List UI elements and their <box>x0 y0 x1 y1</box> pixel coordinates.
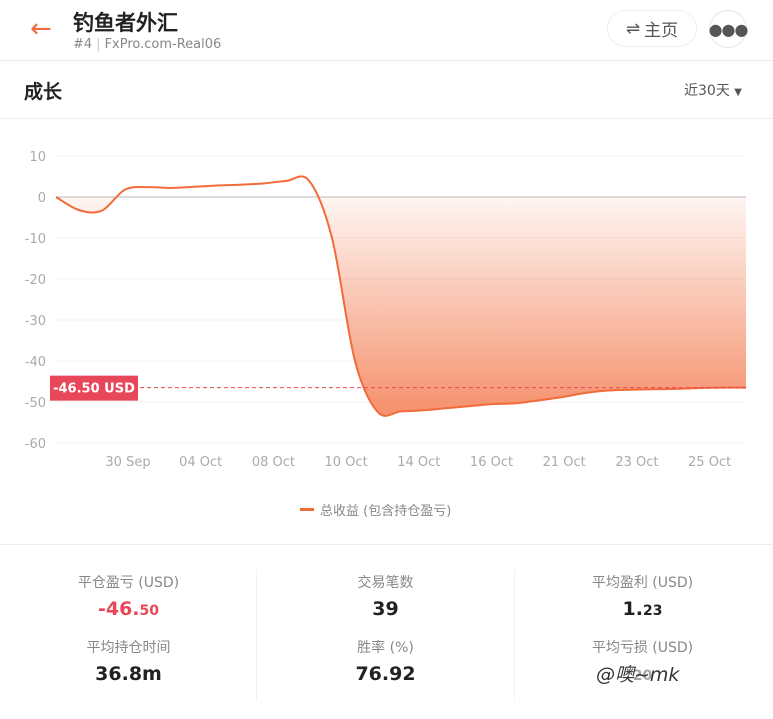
x-tick-label: 30 Sep <box>105 455 150 470</box>
stat-value: 36.8m <box>0 663 257 685</box>
y-tick-label: -30 <box>25 314 46 329</box>
stat-label: 平均亏损 (USD) <box>591 640 694 656</box>
y-tick-label: -20 <box>25 273 46 288</box>
stat-label: 交易笔数 <box>357 575 414 591</box>
home-label: 主页 <box>644 21 679 41</box>
stat-label: 平均盈利 (USD) <box>591 575 694 591</box>
divider <box>0 544 773 545</box>
header: ← 钓鱼者外汇 #4 | FxPro.com-Real06 ⇌ 主页 ●●● <box>0 0 773 61</box>
more-button[interactable]: ●●● <box>708 10 749 48</box>
stat-value: 1.23 <box>514 598 771 620</box>
x-tick-label: 14 Oct <box>397 455 440 470</box>
x-tick-label: 23 Oct <box>615 455 658 470</box>
stat-label: 胜率 (%) <box>357 640 414 656</box>
range-dropdown[interactable]: 近30天 ▼ <box>684 80 742 100</box>
stat-value: -46.50 <box>0 598 257 620</box>
y-tick-label: -50 <box>25 396 46 411</box>
legend: 总收益 (包含持仓盈亏) <box>300 500 451 519</box>
growth-chart: 10 0 -10 -20 -30 -40 -50 -60 -46.50 USD 30 Sep 04 … <box>25 150 747 470</box>
home-button[interactable]: ⇌ 主页 <box>607 10 697 47</box>
x-tick-label: 10 Oct <box>325 455 368 470</box>
stat-item: 胜率 (%) 76.92 <box>257 637 514 685</box>
y-tick-label: 0 <box>38 191 46 206</box>
stat-value-dec: 50 <box>139 603 160 619</box>
section-title: 成长 <box>24 81 63 103</box>
y-tick-label: -60 <box>25 437 46 452</box>
arrow-left-icon[interactable]: ← <box>30 14 52 44</box>
stat-value-dec: 23 <box>642 603 663 619</box>
x-tick-label: 08 Oct <box>252 455 295 470</box>
x-tick-label: 21 Oct <box>543 455 586 470</box>
stat-item: 平仓盈亏 (USD) -46.50 <box>0 572 257 620</box>
stat-value-int: 76.92 <box>355 663 416 685</box>
stat-value-int: -46. <box>97 598 140 620</box>
current-value-label: -46.50 USD <box>53 382 135 397</box>
stat-label: 平仓盈亏 (USD) <box>77 575 180 591</box>
stat-item: 平均持仓时间 36.8m <box>0 637 257 685</box>
stat-value-int: 39 <box>372 598 399 620</box>
rank: #4 <box>73 37 93 52</box>
legend-label: 总收益 (包含持仓盈亏) <box>320 504 452 519</box>
account-info: #4 | FxPro.com-Real06 <box>73 37 222 52</box>
stat-label: 平均持仓时间 <box>86 640 171 656</box>
more-icon: ●●● <box>708 19 749 39</box>
stat-item: 平均盈利 (USD) 1.23 <box>514 572 771 620</box>
stat-value: 39 <box>257 598 514 620</box>
range-label: 近30天 <box>684 83 730 99</box>
x-tick-label: 04 Oct <box>179 455 222 470</box>
section-header <box>0 61 773 119</box>
legend-swatch <box>300 508 314 511</box>
stat-value-int: 36.8m <box>95 663 162 685</box>
caret-down-icon: ▼ <box>734 87 742 98</box>
y-tick-label: 10 <box>29 150 46 165</box>
swap-icon: ⇌ <box>625 18 641 39</box>
y-tick-label: -10 <box>25 232 46 247</box>
area-fill <box>56 197 746 416</box>
account-server: FxPro.com-Real06 <box>104 37 222 52</box>
stat-item: 交易笔数 39 <box>257 572 514 620</box>
x-tick-label: 25 Oct <box>688 455 731 470</box>
y-tick-label: -40 <box>25 355 46 370</box>
watermark: @噢~mk <box>596 660 680 687</box>
stat-value: 76.92 <box>257 663 514 685</box>
stat-value-int: 1. <box>622 598 643 620</box>
page-title: 钓鱼者外汇 <box>73 11 178 35</box>
x-tick-label: 16 Oct <box>470 455 513 470</box>
